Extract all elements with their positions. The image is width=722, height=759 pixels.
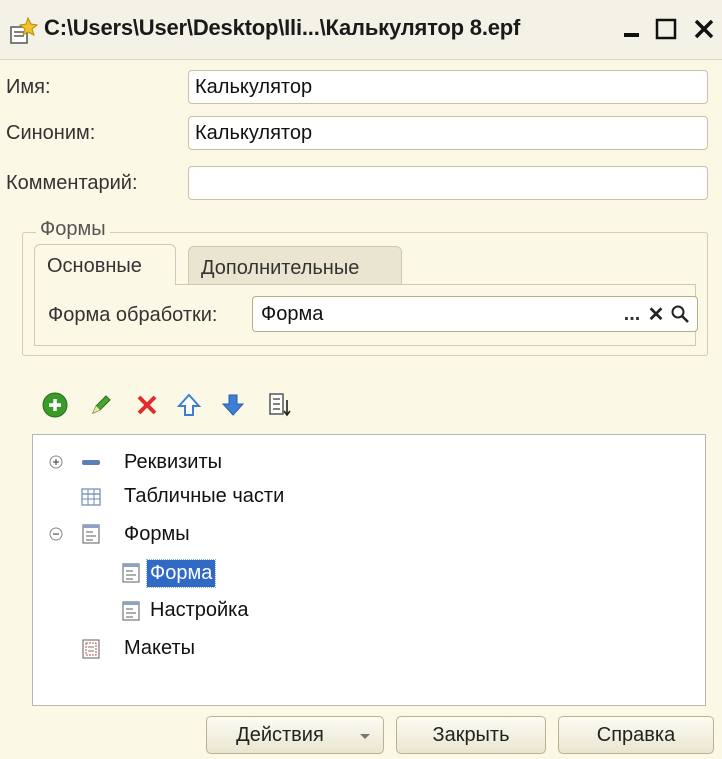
- forms-group-title: Формы: [36, 218, 110, 241]
- maximize-icon: [655, 18, 677, 40]
- tree-item-templates[interactable]: Макеты: [121, 633, 198, 663]
- tree-item-label: Настройка: [150, 598, 249, 621]
- actions-button-label: Действия: [236, 723, 324, 746]
- tree-item-label: Макеты: [124, 636, 195, 659]
- minimize-icon: [624, 33, 639, 37]
- sort-icon: [269, 393, 291, 417]
- form-icon: [122, 563, 140, 583]
- delete-button[interactable]: [132, 390, 162, 420]
- add-button[interactable]: [40, 390, 70, 420]
- tree-item-label: Формы: [124, 522, 190, 545]
- table-icon: [81, 488, 101, 506]
- expand-icon[interactable]: [49, 455, 63, 469]
- sort-button[interactable]: [264, 390, 294, 420]
- minimize-button[interactable]: [616, 12, 648, 46]
- tab-additional[interactable]: Дополнительные: [188, 246, 402, 286]
- move-down-icon: [221, 394, 245, 416]
- tree-item-label: Реквизиты: [124, 450, 223, 473]
- move-up-icon: [177, 393, 201, 416]
- synonym-field[interactable]: [188, 116, 708, 150]
- tree-item-attributes[interactable]: Реквизиты: [121, 447, 225, 477]
- tree-item-label: Форма: [145, 558, 217, 588]
- attribute-icon: [82, 460, 100, 465]
- form-processing-value: Форма: [261, 303, 324, 325]
- close-icon: [694, 19, 714, 39]
- forms-icon: [82, 524, 100, 544]
- add-icon: [42, 392, 68, 418]
- edit-icon: [92, 395, 111, 414]
- data-processor-icon: [10, 16, 38, 44]
- name-label: Имя:: [6, 76, 51, 98]
- form-icon: [122, 601, 140, 621]
- tree-item-settings[interactable]: Настройка: [147, 595, 251, 625]
- actions-button[interactable]: Действия: [206, 716, 384, 754]
- comment-label: Комментарий:: [6, 172, 138, 194]
- tab-main[interactable]: Основные: [34, 244, 176, 285]
- chevron-down-icon: [360, 734, 370, 739]
- window-title: C:\Users\User\Desktop\Ili...\Калькулятор…: [44, 15, 521, 40]
- template-icon: [82, 639, 100, 659]
- open-button[interactable]: [669, 299, 691, 329]
- magnifier-icon: [671, 305, 689, 323]
- delete-icon: [137, 395, 157, 415]
- edit-button[interactable]: [86, 390, 116, 420]
- synonym-label: Синоним:: [6, 122, 96, 144]
- metadata-tree[interactable]: Реквизиты Табличные части Формы Форма На…: [32, 434, 706, 706]
- title-bar: C:\Users\User\Desktop\Ili...\Калькулятор…: [0, 0, 722, 60]
- form-processing-label: Форма обработки:: [48, 304, 218, 326]
- tree-item-forms[interactable]: Формы: [121, 519, 193, 549]
- collapse-icon[interactable]: [49, 527, 63, 541]
- clear-button[interactable]: ✕: [645, 299, 667, 329]
- tree-item-tabular-sections[interactable]: Табличные части: [121, 481, 287, 511]
- select-button[interactable]: ...: [621, 299, 643, 329]
- help-button[interactable]: Справка: [558, 716, 714, 754]
- tree-item-form-selected[interactable]: Форма: [145, 558, 217, 588]
- close-button[interactable]: Закрыть: [396, 716, 546, 754]
- name-field[interactable]: [188, 70, 708, 104]
- maximize-button[interactable]: [650, 12, 682, 46]
- form-processing-field[interactable]: Форма ... ✕: [252, 296, 698, 332]
- move-up-button[interactable]: [174, 390, 204, 420]
- comment-field[interactable]: [188, 166, 708, 200]
- move-down-button[interactable]: [218, 390, 248, 420]
- tree-item-label: Табличные части: [124, 484, 285, 507]
- close-window-button[interactable]: [688, 12, 720, 46]
